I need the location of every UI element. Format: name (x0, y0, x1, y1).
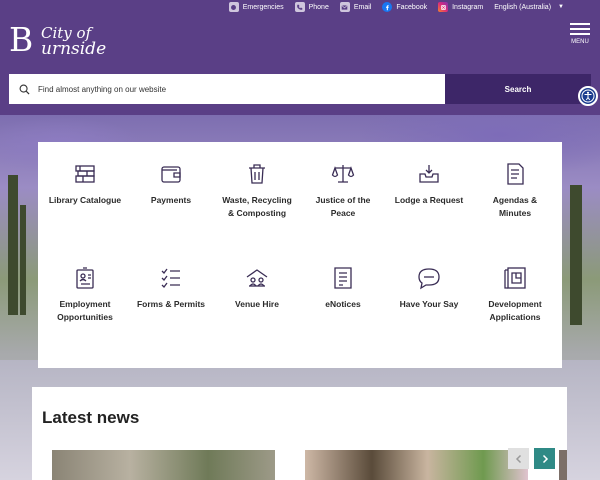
email-label: Email (353, 3, 372, 11)
quick-link-label: eNotices (325, 299, 361, 309)
quick-link-lodge-request[interactable]: Lodge a Request (386, 162, 472, 207)
speech-icon (418, 268, 440, 290)
logo-wordmark: urnside (41, 39, 107, 59)
quick-link-label: Lodge a Request (394, 195, 464, 205)
checklist-icon (161, 268, 180, 288)
building-icon (246, 269, 268, 287)
quick-link-label: Payments (150, 195, 192, 205)
info-icon (228, 2, 239, 12)
language-label: English (Australia) (494, 3, 552, 11)
email-icon (339, 2, 350, 12)
chevron-right-icon (542, 454, 548, 463)
chevron-left-icon (515, 454, 521, 463)
site-header: Emergencies Phone Email Facebook Instagr… (0, 0, 600, 115)
quick-link-label: Have Your Say (399, 299, 459, 309)
instagram-label: Instagram (452, 3, 484, 11)
hamburger-icon (570, 23, 590, 25)
quick-links-panel: Library Catalogue Payments Waste, Recycl… (38, 142, 562, 368)
search-button[interactable]: Search (445, 74, 591, 104)
accessibility-icon[interactable] (578, 86, 598, 106)
quick-link-library-catalogue[interactable]: Library Catalogue (42, 162, 128, 207)
search-field (9, 74, 445, 104)
facebook-link[interactable]: Facebook (382, 2, 427, 12)
inbox-icon (419, 165, 439, 183)
quick-link-employment[interactable]: Employment Opportunities (42, 266, 128, 324)
search-icon (19, 84, 30, 95)
news-image[interactable] (559, 450, 567, 480)
latest-news-heading: Latest news (42, 408, 140, 427)
plan-icon (504, 267, 526, 289)
emergencies-label: Emergencies (242, 3, 284, 11)
quick-link-waste[interactable]: Waste, Recycling & Composting (214, 162, 300, 220)
quick-link-development-applications[interactable]: Development Applications (472, 266, 558, 324)
quick-link-label: Agendas & Minutes (492, 195, 538, 218)
quick-link-label: Waste, Recycling & Composting (222, 195, 292, 218)
phone-icon (294, 2, 305, 12)
quick-link-justice-of-the-peace[interactable]: Justice of the Peace (300, 162, 386, 220)
city-of-burnside-logo[interactable]: B City of urnside (9, 20, 119, 60)
quick-link-enotices[interactable]: eNotices (300, 266, 386, 311)
quick-link-agendas-minutes[interactable]: Agendas & Minutes (472, 162, 558, 220)
notice-icon (334, 267, 352, 289)
email-link[interactable]: Email (339, 2, 372, 12)
hamburger-icon-bar (570, 28, 590, 30)
scales-icon (331, 165, 355, 183)
quick-link-venue-hire[interactable]: Venue Hire (214, 266, 300, 311)
menu-button[interactable]: MENU (569, 23, 591, 45)
quick-link-label: Library Catalogue (48, 195, 122, 205)
bin-icon (249, 164, 265, 184)
utility-bar: Emergencies Phone Email Facebook Instagr… (228, 0, 564, 14)
instagram-link[interactable]: Instagram (438, 2, 483, 12)
quick-link-payments[interactable]: Payments (128, 162, 214, 207)
facebook-icon (382, 2, 393, 12)
site-search: Search (9, 74, 591, 104)
language-select[interactable]: English (Australia) ▼ (494, 4, 564, 11)
carousel-prev-button[interactable] (508, 448, 529, 469)
document-icon (507, 163, 524, 185)
news-image[interactable] (52, 450, 275, 480)
phone-label: Phone (308, 3, 329, 11)
quick-link-label: Venue Hire (235, 299, 279, 309)
carousel-next-button[interactable] (534, 448, 555, 469)
quick-link-label: Employment Opportunities (57, 299, 113, 322)
facebook-label: Facebook (396, 3, 428, 11)
quick-link-label: Forms & Permits (136, 299, 206, 309)
quick-link-have-your-say[interactable]: Have Your Say (386, 266, 472, 311)
hamburger-icon-bar (570, 33, 590, 35)
phone-link[interactable]: Phone (294, 2, 329, 12)
emergencies-link[interactable]: Emergencies (228, 2, 284, 12)
quick-link-label: Development Applications (488, 299, 542, 322)
search-input[interactable] (38, 84, 428, 94)
chevron-down-icon: ▼ (558, 4, 564, 10)
menu-label: MENU (571, 39, 589, 45)
id-card-icon (76, 267, 94, 289)
quick-link-label: Justice of the Peace (315, 195, 371, 218)
news-image[interactable] (305, 450, 528, 480)
logo-monogram: B (9, 20, 34, 59)
latest-news-section: Latest news (32, 387, 567, 480)
quick-link-forms-permits[interactable]: Forms & Permits (128, 266, 214, 311)
instagram-icon (438, 2, 449, 12)
wallet-icon (161, 166, 181, 183)
library-icon (75, 165, 95, 183)
